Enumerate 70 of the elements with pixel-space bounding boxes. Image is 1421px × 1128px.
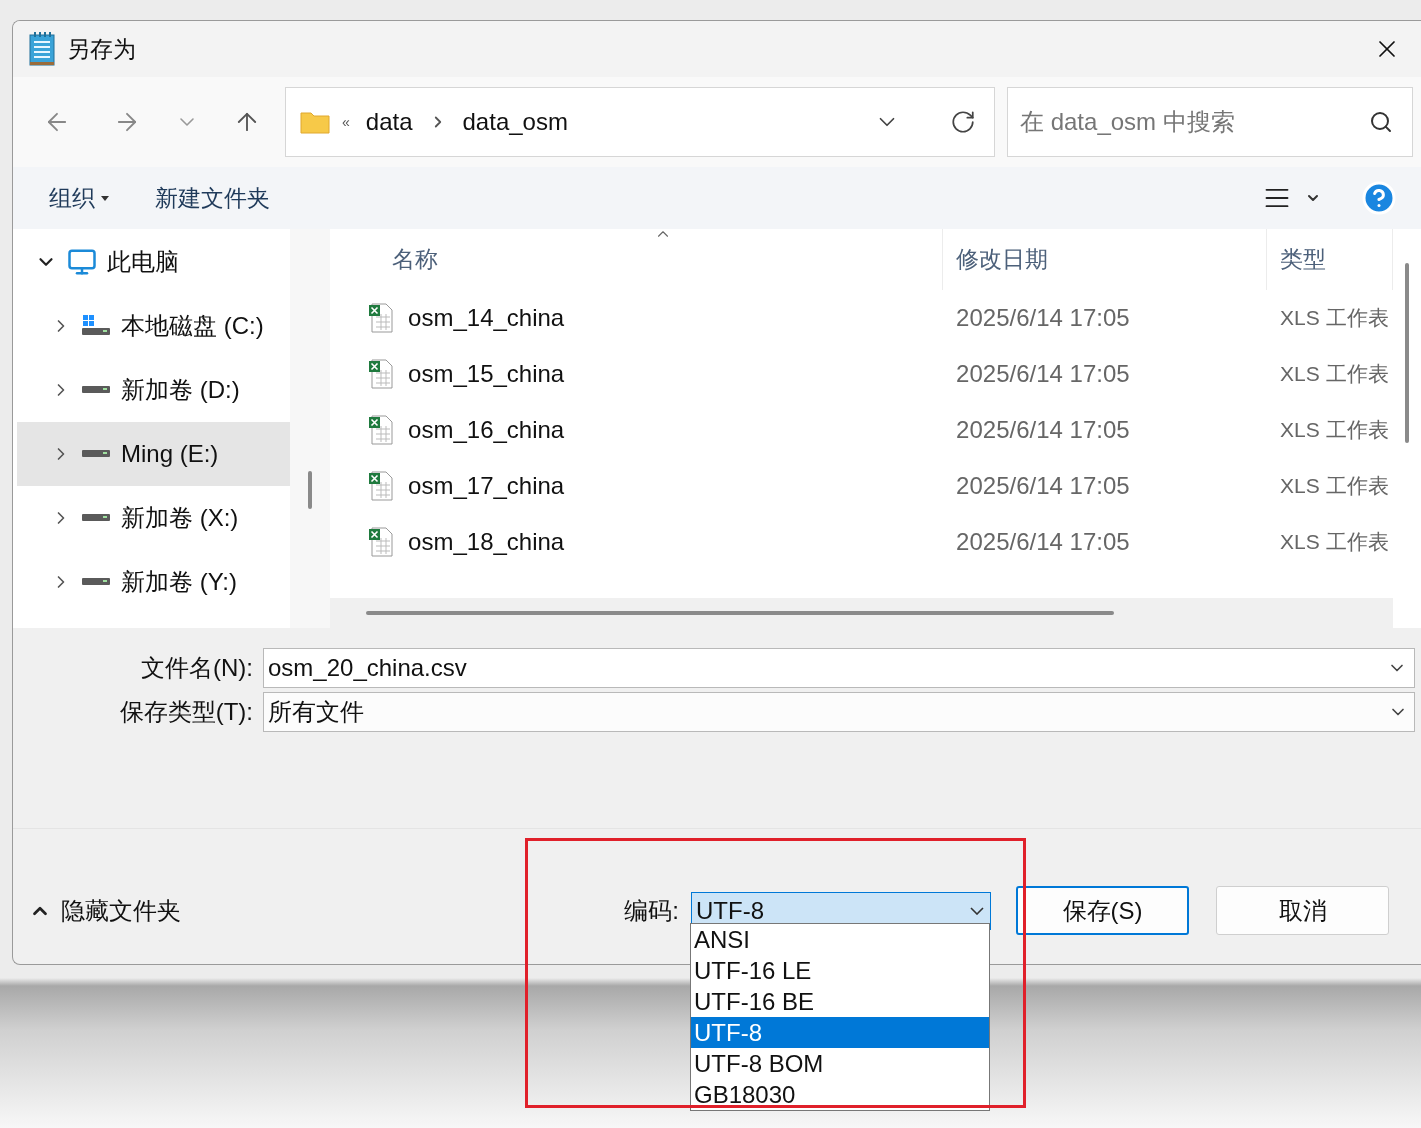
drive-icon <box>81 450 111 458</box>
organize-menu-button[interactable]: 组织 <box>49 182 109 214</box>
scrollbar-thumb[interactable] <box>308 471 313 509</box>
chevron-down-icon <box>970 906 984 915</box>
cancel-button[interactable]: 取消 <box>1216 886 1389 935</box>
drive-icon <box>81 386 111 394</box>
file-name: osm_14_china <box>408 304 565 332</box>
help-icon <box>1361 180 1397 216</box>
modified-date: 2025/6/14 17:05 <box>955 416 1131 444</box>
breadcrumb[interactable]: data_osm <box>458 108 572 136</box>
sidebar-item[interactable]: 新加卷 (Y:) <box>17 550 291 614</box>
search-field[interactable]: 在 data_osm 中搜索 <box>1007 87 1413 157</box>
drive-icon <box>81 514 111 522</box>
spreadsheet-file-icon <box>368 471 395 501</box>
file-type: XLS 工作表 <box>1279 473 1390 499</box>
dropdown-option[interactable]: UTF-16 LE <box>691 955 989 986</box>
modified-date: 2025/6/14 17:05 <box>955 360 1131 388</box>
spreadsheet-file-icon <box>368 303 395 333</box>
sidebar-item[interactable]: 新加卷 (D:) <box>17 358 291 422</box>
dropdown-option[interactable]: GB18030 <box>691 1079 989 1110</box>
file-type: XLS 工作表 <box>1279 305 1390 331</box>
file-name: osm_15_china <box>408 360 565 388</box>
dropdown-option[interactable]: UTF-16 BE <box>691 986 989 1017</box>
file-row[interactable]: osm_17_china 2025/6/14 17:05 XLS 工作表 <box>330 458 1394 514</box>
file-type: XLS 工作表 <box>1279 361 1390 387</box>
folder-icon <box>300 110 330 134</box>
file-name: osm_17_china <box>408 472 565 500</box>
spreadsheet-file-icon <box>368 359 395 389</box>
save-button[interactable]: 保存(S) <box>1016 886 1189 935</box>
file-row[interactable]: osm_14_china 2025/6/14 17:05 XLS 工作表 <box>330 290 1394 346</box>
file-name: osm_18_china <box>408 528 565 556</box>
window-title: 另存为 <box>67 34 137 64</box>
refresh-icon <box>950 109 976 135</box>
file-type: XLS 工作表 <box>1279 529 1390 555</box>
file-type-dropdown[interactable]: 所有文件 <box>263 692 1415 732</box>
sidebar-item[interactable]: 此电脑 <box>17 230 291 294</box>
scrollbar-thumb[interactable] <box>366 611 1115 615</box>
filename-field[interactable]: osm_20_china.csv <box>263 648 1415 688</box>
scrollbar-thumb[interactable] <box>1405 263 1410 443</box>
system-drive-icon <box>81 315 111 337</box>
hide-folders-button[interactable]: 隐藏文件夹 <box>29 894 181 927</box>
modified-date: 2025/6/14 17:05 <box>955 472 1131 500</box>
spreadsheet-file-icon <box>368 527 395 557</box>
sidebar-item[interactable]: 新加卷 (X:) <box>17 486 291 550</box>
file-row[interactable]: osm_18_china 2025/6/14 17:05 XLS 工作表 <box>330 514 1394 570</box>
sidebar-item[interactable]: Ming (E:) <box>17 422 291 486</box>
file-name: osm_16_china <box>408 416 565 444</box>
drive-icon <box>81 578 111 586</box>
dropdown-option[interactable]: UTF-8 <box>691 1017 989 1048</box>
caret-icon <box>101 195 109 201</box>
file-row[interactable]: osm_16_china 2025/6/14 17:05 XLS 工作表 <box>330 402 1394 458</box>
column-header[interactable]: 修改日期 <box>943 229 1268 290</box>
search-icon[interactable] <box>1369 110 1393 134</box>
field-label: 编码: <box>624 895 679 926</box>
sidebar-item[interactable]: 本地磁盘 (C:) <box>17 294 291 358</box>
breadcrumb[interactable]: data <box>361 108 417 136</box>
dropdown-option[interactable]: UTF-8 BOM <box>691 1048 989 1079</box>
field-label: 文件名(N): <box>140 653 253 683</box>
overflow-marker[interactable]: « <box>342 114 350 130</box>
file-row[interactable]: osm_15_china 2025/6/14 17:05 XLS 工作表 <box>330 346 1394 402</box>
new-folder-button[interactable]: 新建文件夹 <box>155 182 270 214</box>
notepad-icon <box>29 32 55 66</box>
modified-date: 2025/6/14 17:05 <box>955 528 1131 556</box>
spreadsheet-file-icon <box>368 415 395 445</box>
modified-date: 2025/6/14 17:05 <box>955 304 1131 332</box>
monitor-icon <box>67 247 97 277</box>
field-label: 保存类型(T): <box>118 697 253 727</box>
address-bar[interactable]: « data data_osm <box>285 87 995 157</box>
file-type: XLS 工作表 <box>1279 417 1390 443</box>
column-header[interactable]: 名称 <box>330 229 944 290</box>
